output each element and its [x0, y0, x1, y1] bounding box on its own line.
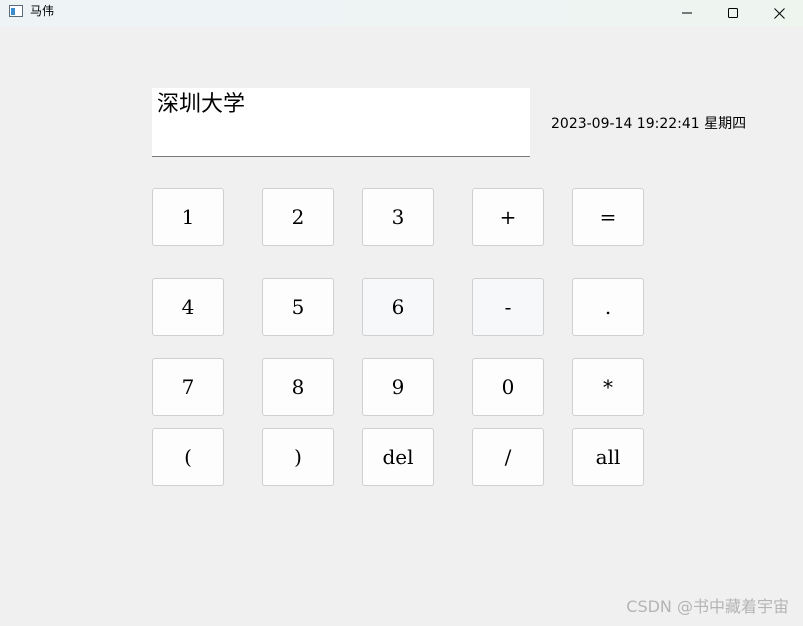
multiply-button[interactable]: * — [572, 358, 644, 416]
minimize-icon — [682, 12, 692, 14]
key-8-button[interactable]: 8 — [262, 358, 334, 416]
close-icon — [773, 7, 785, 19]
expression-display[interactable]: 深圳大学 — [152, 88, 530, 157]
key-6-button[interactable]: 6 — [362, 278, 434, 336]
title-bar[interactable]: 马伟 — [0, 0, 803, 26]
maximize-button[interactable] — [710, 0, 756, 26]
datetime-label: 2023-09-14 19:22:41 星期四 — [551, 116, 747, 132]
maximize-icon — [728, 8, 738, 18]
display-text: 深圳大学 — [157, 92, 246, 117]
key-9-button[interactable]: 9 — [362, 358, 434, 416]
close-button[interactable] — [756, 0, 802, 26]
equals-button[interactable]: = — [572, 188, 644, 246]
key-7-button[interactable]: 7 — [152, 358, 224, 416]
dot-button[interactable]: . — [572, 278, 644, 336]
clear-all-button[interactable]: all — [572, 428, 644, 486]
csdn-watermark: CSDN @书中藏着宇宙 — [626, 597, 789, 616]
minimize-button[interactable] — [664, 0, 710, 26]
left-paren-button[interactable]: ( — [152, 428, 224, 486]
divide-button[interactable]: / — [472, 428, 544, 486]
key-1-button[interactable]: 1 — [152, 188, 224, 246]
plus-button[interactable]: + — [472, 188, 544, 246]
key-2-button[interactable]: 2 — [262, 188, 334, 246]
key-0-button[interactable]: 0 — [472, 358, 544, 416]
window-title: 马伟 — [30, 4, 55, 18]
key-4-button[interactable]: 4 — [152, 278, 224, 336]
minus-button[interactable]: - — [472, 278, 544, 336]
key-5-button[interactable]: 5 — [262, 278, 334, 336]
app-window-icon — [9, 5, 23, 17]
right-paren-button[interactable]: ) — [262, 428, 334, 486]
key-3-button[interactable]: 3 — [362, 188, 434, 246]
delete-button[interactable]: del — [362, 428, 434, 486]
